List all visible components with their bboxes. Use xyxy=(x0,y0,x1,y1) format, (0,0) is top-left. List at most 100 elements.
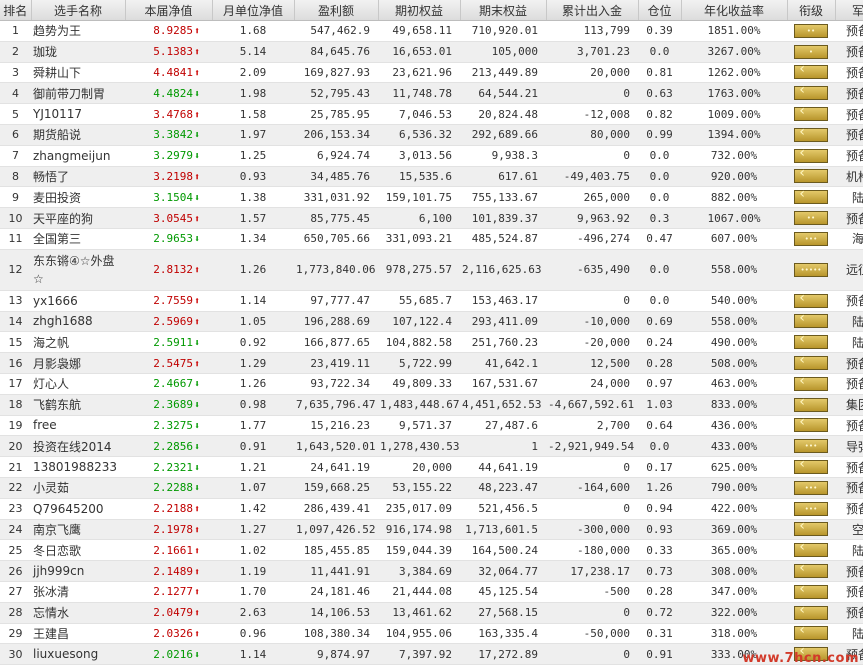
arrow-up-icon: ⬆ xyxy=(193,296,200,308)
start-equity-cell: 7,046.53 xyxy=(378,103,460,125)
table-row[interactable]: 24 南京飞鹰 2.1978⬆ 1.27 1,097,426.52 916,174.98 1… xyxy=(0,519,863,541)
player-name-link[interactable]: 舜耕山下 xyxy=(31,62,125,84)
player-name-link[interactable]: 珈珑 xyxy=(31,41,125,63)
rank-cell: 12 xyxy=(0,249,31,291)
player-name-link[interactable]: 海之帆 xyxy=(31,331,125,354)
chevron-badge-icon xyxy=(794,292,828,308)
table-row[interactable]: 29 王建昌 2.0326⬆ 0.96 108,380.34 104,955.06 163,… xyxy=(0,623,863,645)
table-row[interactable]: 9 麦田投资 3.1504⬇ 1.38 331,031.92 159,101.75 755,… xyxy=(0,186,863,209)
position-cell: 0.24 xyxy=(638,331,681,354)
table-row[interactable]: 27 张冰清 2.1277⬆ 1.70 24,181.46 21,444.08 45,125… xyxy=(0,581,863,603)
player-name-link[interactable]: 南京飞鹰 xyxy=(31,519,125,541)
rank-cell: 28 xyxy=(0,602,31,624)
table-row[interactable]: 5 YJ10117 3.4768⬆ 1.58 25,785.95 7,046.53 20,8… xyxy=(0,103,863,125)
player-name-link[interactable]: 王建昌 xyxy=(31,623,125,645)
player-name-link[interactable]: 飞鹤东航 xyxy=(31,394,125,416)
table-row[interactable]: 25 冬日恋歌 2.1661⬆ 1.02 185,455.85 159,044.39 164… xyxy=(0,539,863,562)
header-army[interactable]: 军种 xyxy=(835,0,863,21)
table-row[interactable]: 10 天平座的狗 3.0545⬆ 1.57 85,775.45 6,100 101,839.… xyxy=(0,207,863,229)
monthly-nav-cell: 0.96 xyxy=(212,623,294,645)
player-name-link[interactable]: 天平座的狗 xyxy=(31,207,125,229)
header-player-name[interactable]: 选手名称 xyxy=(31,0,126,21)
table-row[interactable]: 22 小灵茹 2.2288⬇ 1.07 159,668.25 53,155.22 48,22… xyxy=(0,477,863,499)
player-name-link[interactable]: zhgh1688 xyxy=(31,311,125,333)
table-row[interactable]: 30 liuxuesong 2.0216⬇ 1.14 9,874.97 7,397.92 1… xyxy=(0,643,863,666)
table-row[interactable]: 18 飞鹤东航 2.3689⬇ 0.98 7,635,796.47 1,483,448.6… xyxy=(0,394,863,416)
player-name-link[interactable]: 忘情水 xyxy=(31,602,125,624)
table-row[interactable]: 26 jjh999cn 2.1489⬆ 1.19 11,441.91 3,384.69 32… xyxy=(0,560,863,582)
rank-badge-cell xyxy=(787,82,835,105)
header-cumulative-flow[interactable]: 累计出入金 xyxy=(546,0,639,21)
position-cell: 0.0 xyxy=(638,290,681,312)
table-row[interactable]: 14 zhgh1688 2.5969⬆ 1.05 196,288.69 107,122.4… xyxy=(0,311,863,333)
cumulative-flow-cell: -496,274 xyxy=(546,228,638,250)
annual-return-cell: 365.00% xyxy=(681,539,787,562)
table-row[interactable]: 28 忘情水 2.0479⬆ 2.63 14,106.53 13,461.62 27,568… xyxy=(0,602,863,624)
table-row[interactable]: 21 13801988233 2.2321⬇ 1.21 24,641.19 20,000 4… xyxy=(0,456,863,478)
table-row[interactable]: 6 期货船说 3.3842⬇ 1.97 206,153.34 6,536.32 292,68… xyxy=(0,124,863,146)
table-row[interactable]: 23 Q79645200 2.2188⬆ 1.42 286,439.41 235,017.… xyxy=(0,498,863,520)
monthly-nav-cell: 5.14 xyxy=(212,41,294,63)
table-row[interactable]: 4 御前带刀制胃 4.4824⬇ 1.98 52,795.43 11,748.78 64,5… xyxy=(0,82,863,105)
table-row[interactable]: 12 东东锵④☆外盘☆ 2.8132⬆ 1.26 1,773,840.06 978,275… xyxy=(0,249,863,291)
table-row[interactable]: 17 灯心人 2.4667⬇ 1.26 93,722.34 49,809.33 167,53… xyxy=(0,373,863,395)
player-name-link[interactable]: 麦田投资 xyxy=(31,186,125,209)
player-name-link[interactable]: 13801988233 xyxy=(31,456,125,478)
player-name-link[interactable]: Q79645200 xyxy=(31,498,125,520)
start-equity-cell: 6,100 xyxy=(378,207,460,229)
player-name-link[interactable]: yx1666 xyxy=(31,290,125,312)
player-name-link[interactable]: 投资在线2014 xyxy=(31,435,125,458)
table-row[interactable]: 1 趋势为王 8.9285⬆ 1.68 547,462.9 49,658.11 710,92… xyxy=(0,20,863,42)
arrow-down-icon: ⬇ xyxy=(193,420,200,432)
table-row[interactable]: 20 投资在线2014 2.2856⬇ 0.91 1,643,520.01 1,278,4… xyxy=(0,435,863,458)
player-name-link[interactable]: liuxuesong xyxy=(31,643,125,666)
table-row[interactable]: 8 畅悟了 3.2198⬆ 0.93 34,485.76 15,535.6 617.61 -4… xyxy=(0,166,863,188)
annual-return-cell: 732.00% xyxy=(681,145,787,167)
player-name-link[interactable]: free xyxy=(31,415,125,437)
header-profit[interactable]: 盈利额 xyxy=(294,0,379,21)
header-rank-badge[interactable]: 衔级 xyxy=(787,0,836,21)
star-badge-icon: ••• xyxy=(794,501,828,516)
start-equity-cell: 13,461.62 xyxy=(378,602,460,624)
header-rank[interactable]: 排名 xyxy=(0,0,32,21)
player-name-link[interactable]: 期货船说 xyxy=(31,124,125,146)
table-row[interactable]: 16 月影袅娜 2.5475⬆ 1.29 23,419.11 5,722.99 41,642… xyxy=(0,352,863,374)
player-name-link[interactable]: 灯心人 xyxy=(31,373,125,395)
header-end-equity[interactable]: 期末权益 xyxy=(460,0,547,21)
table-row[interactable]: 13 yx1666 2.7559⬆ 1.14 97,777.47 55,685.7 153,… xyxy=(0,290,863,312)
header-nav[interactable]: 本届净值 xyxy=(125,0,213,21)
header-position[interactable]: 仓位 xyxy=(638,0,682,21)
header-annual-return[interactable]: 年化收益率 xyxy=(681,0,788,21)
player-name-link[interactable]: 东东锵④☆外盘☆ xyxy=(31,249,125,291)
player-name-link[interactable]: jjh999cn xyxy=(31,560,125,582)
monthly-nav-cell: 1.19 xyxy=(212,560,294,582)
annual-return-cell: 322.00% xyxy=(681,602,787,624)
chevron-badge-icon xyxy=(794,84,828,101)
player-name-link[interactable]: 全国第三 xyxy=(31,228,125,250)
header-monthly-nav[interactable]: 月单位净值 xyxy=(212,0,295,21)
nav-cell: 5.1383⬆ xyxy=(125,41,212,63)
nav-value: 3.2979 xyxy=(153,149,193,163)
header-start-equity[interactable]: 期初权益 xyxy=(378,0,461,21)
rank-cell: 4 xyxy=(0,82,31,105)
player-name-link[interactable]: YJ10117 xyxy=(31,103,125,125)
table-row[interactable]: 3 舜耕山下 4.4841⬆ 2.09 169,827.93 23,621.96 213,4… xyxy=(0,62,863,84)
profit-cell: 286,439.41 xyxy=(294,498,378,520)
position-cell: 0.97 xyxy=(638,373,681,395)
table-row[interactable]: 15 海之帆 2.5911⬇ 0.92 166,877.65 104,882.58 251,… xyxy=(0,331,863,354)
table-row[interactable]: 2 珈珑 5.1383⬆ 5.14 84,645.76 16,653.01 105,000 3… xyxy=(0,41,863,63)
arrow-up-icon: ⬆ xyxy=(193,587,200,599)
player-name-link[interactable]: 小灵茹 xyxy=(31,477,125,499)
player-name-link[interactable]: 冬日恋歌 xyxy=(31,539,125,562)
player-name-link[interactable]: zhangmeijun xyxy=(31,145,125,167)
player-name-link[interactable]: 张冰清 xyxy=(31,581,125,603)
table-row[interactable]: 7 zhangmeijun 3.2979⬇ 1.25 6,924.74 3,013.56 9… xyxy=(0,145,863,167)
player-name-link[interactable]: 月影袅娜 xyxy=(31,352,125,374)
nav-value: 3.1504 xyxy=(153,190,193,204)
nav-value: 2.1661 xyxy=(153,543,193,557)
player-name-link[interactable]: 畅悟了 xyxy=(31,166,125,188)
table-row[interactable]: 19 free 2.3275⬇ 1.77 15,216.23 9,571.37 27,487… xyxy=(0,415,863,437)
table-row[interactable]: 11 全国第三 2.9653⬇ 1.34 650,705.66 331,093.21 485… xyxy=(0,228,863,250)
player-name-link[interactable]: 御前带刀制胃 xyxy=(31,82,125,105)
player-name-link[interactable]: 趋势为王 xyxy=(31,20,125,42)
